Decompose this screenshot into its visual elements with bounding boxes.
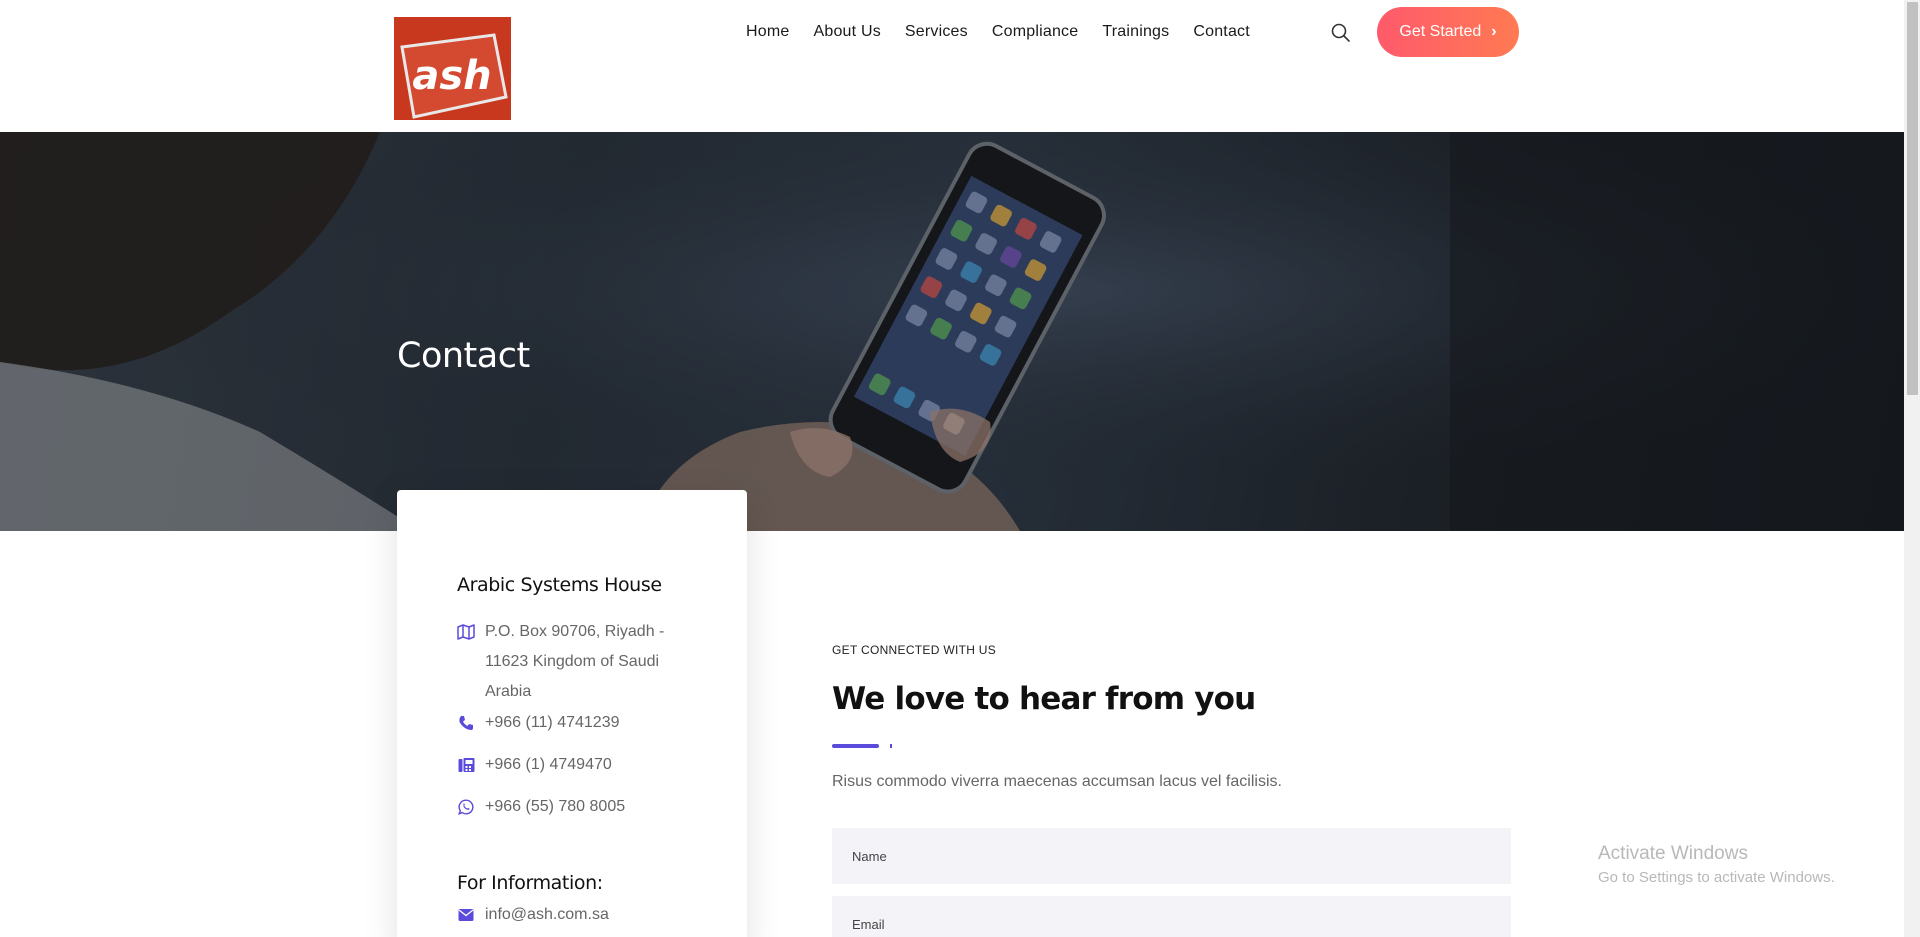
ash-logo[interactable]: ash: [394, 17, 511, 120]
email-address: info@ash.com.sa: [485, 906, 609, 923]
fax-icon: [457, 750, 475, 780]
hero-background-image: [0, 132, 1904, 531]
section-title: We love to hear from you: [832, 681, 1256, 717]
whatsapp-number: +966 (55) 780 8005: [485, 798, 626, 815]
section-eyebrow: GET CONNECTED WITH US: [832, 643, 997, 657]
nav-about-us[interactable]: About Us: [813, 23, 880, 41]
section-description: Risus commodo viverra maecenas accumsan …: [832, 773, 1282, 790]
company-name: Arabic Systems House: [457, 574, 662, 596]
hero-banner: Contact: [0, 132, 1904, 531]
nav-services[interactable]: Services: [905, 23, 968, 41]
chevron-right-icon: ›: [1491, 23, 1497, 40]
contact-info-card: Arabic Systems House P.O. Box 90706, Riy…: [397, 490, 747, 937]
email-item[interactable]: info@ash.com.sa: [457, 900, 685, 930]
name-input[interactable]: [832, 828, 1511, 884]
activation-watermark-subtitle: Go to Settings to activate Windows.: [1598, 869, 1835, 886]
whatsapp-icon: [457, 792, 475, 822]
information-heading: For Information:: [457, 872, 603, 894]
search-icon[interactable]: [1330, 22, 1352, 44]
title-underline-dot: [890, 744, 892, 748]
nav-compliance[interactable]: Compliance: [992, 23, 1078, 41]
main-nav: Home About Us Services Compliance Traini…: [746, 23, 1250, 41]
envelope-icon: [457, 900, 475, 930]
nav-home[interactable]: Home: [746, 23, 789, 41]
page-title: Contact: [397, 336, 530, 376]
fax-number: +966 (1) 4749470: [485, 756, 612, 773]
address-text: P.O. Box 90706, Riyadh - 11623 Kingdom o…: [485, 623, 665, 700]
title-underline: [832, 744, 879, 748]
site-header: ash Home About Us Services Compliance Tr…: [0, 0, 1904, 132]
nav-contact[interactable]: Contact: [1193, 23, 1250, 41]
svg-text:ash: ash: [412, 53, 491, 99]
address-item: P.O. Box 90706, Riyadh - 11623 Kingdom o…: [457, 617, 685, 707]
get-started-button[interactable]: Get Started ›: [1377, 7, 1519, 57]
email-input[interactable]: [832, 896, 1511, 937]
get-started-label: Get Started: [1399, 23, 1482, 40]
fax-item: +966 (1) 4749470: [457, 750, 685, 780]
page-scrollbar[interactable]: [1904, 0, 1920, 937]
activation-watermark-title: Activate Windows: [1598, 843, 1748, 864]
nav-trainings[interactable]: Trainings: [1102, 23, 1169, 41]
phone-icon: [457, 708, 475, 738]
phone-item[interactable]: +966 (11) 4741239: [457, 708, 685, 738]
map-icon: [457, 617, 475, 647]
whatsapp-item[interactable]: +966 (55) 780 8005: [457, 792, 685, 822]
phone-number: +966 (11) 4741239: [485, 714, 620, 731]
scrollbar-thumb[interactable]: [1907, 2, 1918, 395]
